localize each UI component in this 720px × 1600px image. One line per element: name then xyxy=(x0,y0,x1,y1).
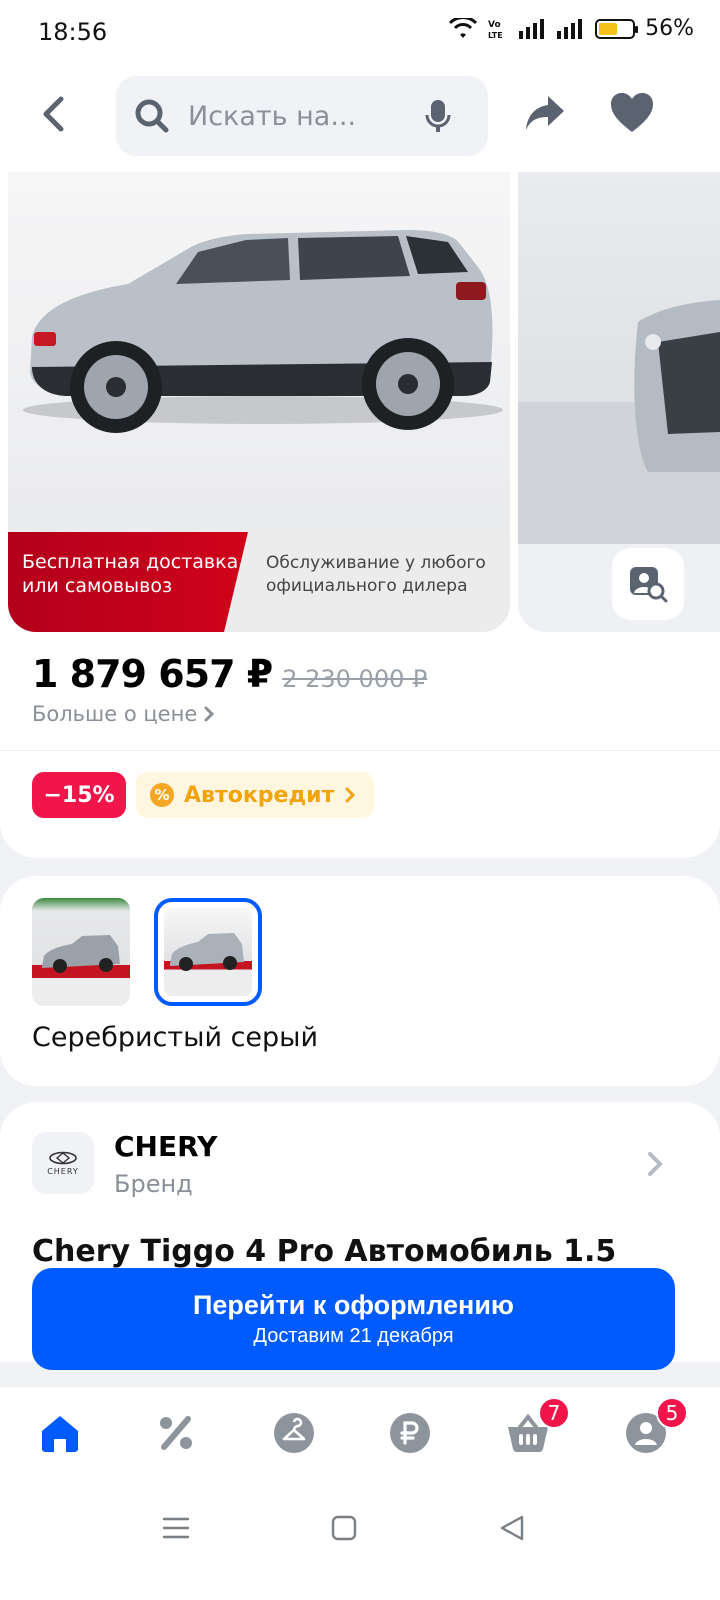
signal-1-icon xyxy=(519,18,545,39)
car-front-image xyxy=(518,172,720,544)
menu-icon xyxy=(162,1517,190,1539)
visual-search-button[interactable] xyxy=(612,548,684,620)
chevron-right-icon xyxy=(648,1152,663,1176)
back-system-button[interactable] xyxy=(494,1510,530,1546)
checkout-button-label: Перейти к оформлению xyxy=(192,1290,514,1320)
promo-banner-delivery-text: Бесплатная доставка или самовывоз xyxy=(22,551,239,597)
home-system-button[interactable] xyxy=(326,1510,362,1546)
old-price: 2 230 000 ₽ xyxy=(282,665,428,693)
signal-2-icon xyxy=(557,18,583,39)
nav-fresh[interactable] xyxy=(272,1411,316,1455)
image-search-icon xyxy=(630,567,668,603)
brand-name: CHERY xyxy=(114,1130,218,1163)
color-option-2-selected[interactable] xyxy=(154,898,262,1006)
car-loan-badge[interactable]: % Автокредит xyxy=(136,772,375,818)
car-thumbnail-image xyxy=(42,935,120,973)
price-row: 1 879 657 ₽ 2 230 000 ₽ xyxy=(32,652,427,696)
heart-icon xyxy=(611,93,653,132)
share-button[interactable] xyxy=(522,90,568,136)
selected-color-name: Серебристый серый xyxy=(32,1022,319,1053)
svg-text:LTE: LTE xyxy=(488,31,503,40)
car-loan-label: Автокредит xyxy=(184,782,335,808)
nav-profile[interactable]: 5 xyxy=(624,1397,688,1455)
favorite-button[interactable] xyxy=(608,90,656,136)
status-icons: Vo LTE 56% xyxy=(449,16,694,41)
car-side-image xyxy=(23,230,503,433)
triangle-back-icon xyxy=(500,1515,524,1541)
color-option-1[interactable] xyxy=(32,898,130,1006)
recent-apps-button[interactable] xyxy=(158,1510,194,1546)
status-bar: 18:56 Vo LTE 56% xyxy=(0,0,720,64)
car-front-photo xyxy=(518,300,720,544)
color-selector: Серебристый серый xyxy=(0,876,720,1086)
back-arrow-icon xyxy=(43,96,64,132)
battery-percent: 56% xyxy=(645,16,694,41)
product-gallery[interactable]: Бесплатная доставка или самовывоз Обслуж… xyxy=(0,172,720,634)
nav-payments[interactable] xyxy=(388,1411,432,1455)
search-box[interactable] xyxy=(116,76,488,156)
discount-badge: −15% xyxy=(32,772,126,818)
brand-logo: CHERY xyxy=(32,1132,94,1194)
brand-label: Бренд xyxy=(114,1170,193,1198)
price-details-link[interactable]: Больше о цене xyxy=(32,702,215,726)
car-thumbnail-image xyxy=(170,933,244,971)
product-title: Chery Tiggo 4 Pro Автомобиль 1.5 xyxy=(32,1234,617,1269)
brand-logo-text: CHERY xyxy=(47,1166,79,1176)
profile-notification-badge: 5 xyxy=(656,1397,688,1429)
svg-text:Vo: Vo xyxy=(488,20,501,30)
wifi-icon xyxy=(449,17,478,38)
home-icon xyxy=(42,1416,78,1452)
system-navigation-bar xyxy=(0,1482,720,1600)
chevron-right-icon xyxy=(345,787,356,803)
share-icon xyxy=(526,96,564,130)
percent-icon xyxy=(160,1416,192,1450)
promo-banner: Бесплатная доставка или самовывоз Обслуж… xyxy=(8,532,510,632)
product-image-main[interactable]: Бесплатная доставка или самовывоз Обслуж… xyxy=(8,172,510,632)
promo-banner-service-text: Обслуживание у любого официального дилер… xyxy=(266,553,486,596)
search-icon xyxy=(135,99,169,133)
delivery-date-label: Доставим 21 декабря xyxy=(253,1325,454,1347)
square-icon xyxy=(331,1515,357,1541)
bottom-navigation: 7 5 xyxy=(0,1386,720,1482)
percent-icon: % xyxy=(150,783,174,807)
divider xyxy=(0,750,720,751)
promo-banner-red: Бесплатная доставка или самовывоз xyxy=(8,532,248,632)
chery-logo-icon xyxy=(49,1151,77,1164)
volte-icon: VoLTE xyxy=(488,20,503,40)
status-time: 18:56 xyxy=(38,18,108,46)
nav-discounts[interactable] xyxy=(154,1411,198,1455)
ruble-icon xyxy=(390,1413,430,1453)
current-price: 1 879 657 ₽ xyxy=(32,652,273,696)
checkout-button[interactable]: Перейти к оформлению Доставим 21 декабря xyxy=(32,1268,675,1370)
cart-count-badge: 7 xyxy=(538,1397,570,1429)
back-button[interactable] xyxy=(30,90,78,138)
top-bar xyxy=(0,64,720,172)
color-option-thumbnail xyxy=(164,908,252,996)
search-input[interactable] xyxy=(188,94,428,138)
microphone-icon[interactable] xyxy=(424,98,452,134)
nav-cart[interactable]: 7 xyxy=(506,1397,570,1455)
chevron-right-icon xyxy=(204,706,215,722)
product-image-next[interactable] xyxy=(518,172,720,632)
color-option-thumbnail xyxy=(32,898,130,1006)
hanger-icon xyxy=(274,1413,314,1453)
nav-home[interactable] xyxy=(38,1411,82,1455)
price-details-label: Больше о цене xyxy=(32,702,198,726)
battery-icon xyxy=(595,18,639,39)
price-section: 1 879 657 ₽ 2 230 000 ₽ Больше о цене −1… xyxy=(0,634,720,858)
